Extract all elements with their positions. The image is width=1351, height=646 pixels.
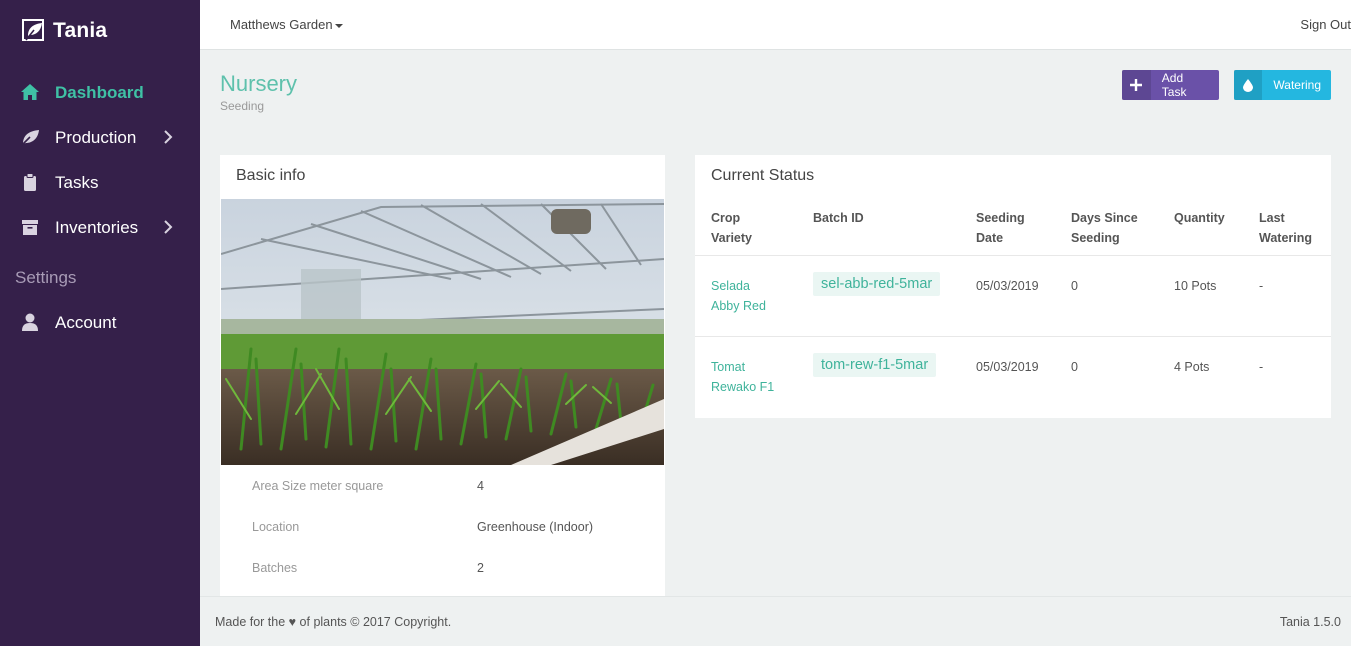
page-subtitle: Seeding [220, 99, 265, 113]
settings-header: Settings [15, 268, 77, 287]
leaf-icon [20, 130, 39, 147]
basic-info-panel: Basic info Area Size meter square 4 Loca… [220, 155, 665, 596]
sidebar-item-label: Production [55, 128, 137, 147]
watering-label: Watering [1273, 78, 1321, 92]
info-value: 2 [477, 561, 484, 575]
crop-link[interactable]: Tomat Rewako F1 [711, 357, 774, 397]
header-line: Seeding [976, 211, 1025, 225]
row-divider [695, 336, 1331, 337]
user-icon [22, 313, 38, 331]
farm-selector[interactable]: Matthews Garden [230, 17, 343, 32]
page-title: Nursery [220, 71, 298, 96]
footer: Made for the ♥ of plants © 2017 Copyrigh… [200, 596, 1351, 646]
chevron-right-icon [164, 220, 173, 234]
column-header-quantity: Quantity [1174, 208, 1225, 228]
caret-down-icon [334, 23, 343, 28]
column-header-seeding-date: Seeding Date [976, 208, 1025, 248]
sidebar-item-inventories[interactable]: Inventories [0, 209, 200, 245]
info-label: Batches [252, 561, 298, 575]
add-task-label: Add Task [1161, 71, 1187, 99]
header-line: Days Since [1071, 211, 1138, 225]
topbar: Matthews Garden Sign Out [200, 0, 1351, 50]
sidebar-item-label: Tasks [55, 173, 99, 192]
sign-out-link[interactable]: Sign Out [1300, 17, 1351, 32]
header-line: Date [976, 231, 1004, 245]
sidebar-item-account[interactable]: Account [0, 304, 200, 340]
last-watering: - [1259, 279, 1264, 293]
column-header-days: Days Since Seeding [1071, 208, 1138, 248]
column-header-crop: Crop Variety [711, 208, 752, 248]
header-line: Quantity [1174, 211, 1225, 225]
leaf-logo-icon [22, 19, 44, 41]
sidebar-item-production[interactable]: Production [0, 119, 200, 155]
column-header-batch: Batch ID [813, 208, 864, 228]
last-watering: - [1259, 360, 1264, 374]
footer-copyright: Made for the ♥ of plants © 2017 Copyrigh… [215, 615, 452, 629]
add-task-button[interactable]: Add Task [1122, 70, 1219, 100]
row-divider [695, 255, 1331, 256]
sidebar-item-label: Inventories [55, 218, 139, 237]
current-status-panel: Current Status Crop Variety Batch ID See… [695, 155, 1331, 418]
plus-icon [1122, 70, 1151, 100]
farm-selector-label: Matthews Garden [230, 17, 333, 32]
footer-version: Tania 1.5.0 [1279, 615, 1341, 629]
crop-name: Tomat [711, 360, 746, 374]
archive-icon [22, 220, 38, 235]
sidebar-item-label: Dashboard [55, 83, 144, 102]
info-value: Greenhouse (Indoor) [477, 520, 594, 534]
days-since-seeding: 0 [1071, 279, 1078, 293]
water-drop-icon [1234, 70, 1263, 100]
header-line: Batch ID [813, 211, 864, 225]
home-icon [21, 84, 39, 100]
header-line: Last [1259, 211, 1285, 225]
days-since-seeding: 0 [1071, 360, 1078, 374]
crop-variety: Rewako F1 [711, 380, 775, 394]
sidebar: Tania Dashboard Production Tasks Invento… [0, 0, 200, 646]
clipboard-icon [24, 173, 36, 191]
info-label: Location [252, 520, 300, 534]
batch-id-badge[interactable]: sel-abb-red-5mar [813, 272, 941, 296]
column-header-last-watering: Last Watering [1259, 208, 1312, 248]
crop-link[interactable]: Selada Abby Red [711, 276, 766, 316]
brand-logo[interactable]: Tania [22, 18, 107, 44]
sidebar-item-label: Account [55, 313, 117, 332]
header-line: Seeding [1071, 231, 1120, 245]
crop-variety: Abby Red [711, 299, 766, 313]
sidebar-item-tasks[interactable]: Tasks [0, 164, 200, 200]
current-status-title: Current Status [711, 167, 815, 184]
info-value: 4 [477, 479, 484, 493]
brand-name: Tania [53, 19, 108, 42]
header-line: Crop [711, 211, 741, 225]
quantity: 4 Pots [1174, 360, 1210, 374]
watering-button[interactable]: Watering [1234, 70, 1331, 100]
header-line: Variety [711, 231, 753, 245]
crop-name: Selada [711, 279, 750, 293]
sidebar-item-dashboard[interactable]: Dashboard [0, 74, 200, 110]
seeding-date: 05/03/2019 [976, 279, 1039, 293]
quantity: 10 Pots [1174, 279, 1217, 293]
area-photo [221, 199, 664, 465]
batch-id-badge[interactable]: tom-rew-f1-5mar [813, 353, 937, 377]
basic-info-title: Basic info [236, 167, 306, 184]
chevron-right-icon [164, 130, 173, 144]
header-line: Watering [1259, 231, 1313, 245]
seeding-date: 05/03/2019 [976, 360, 1039, 374]
info-label: Area Size meter square [252, 479, 384, 493]
